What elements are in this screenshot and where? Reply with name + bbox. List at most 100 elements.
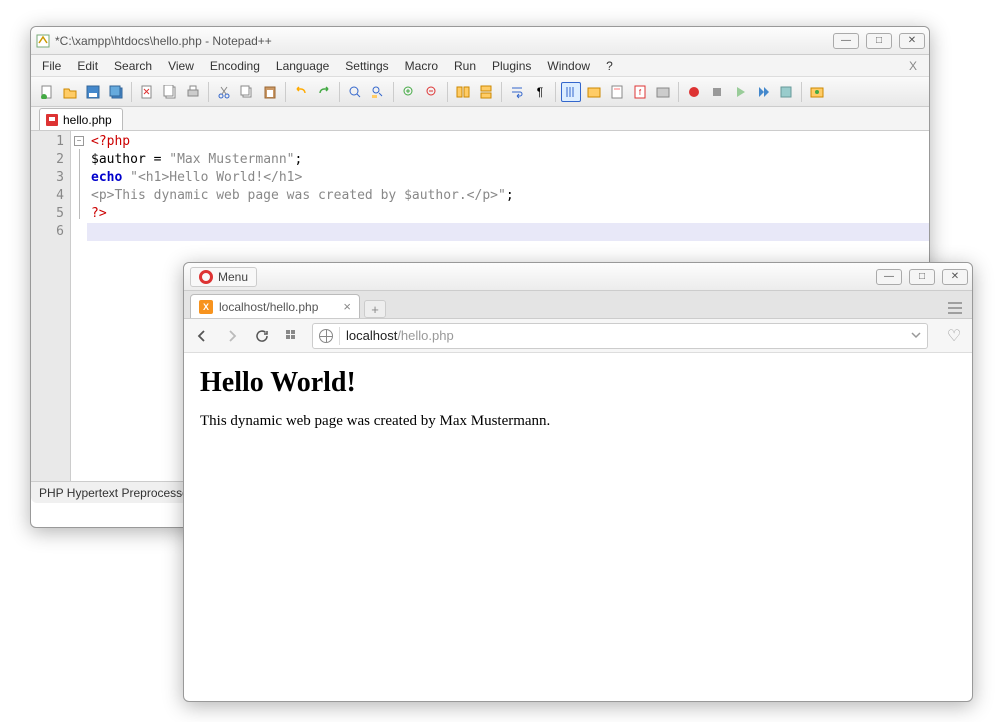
maximize-button[interactable]: □ [866,33,892,49]
dropdown-icon[interactable] [911,328,921,343]
menu-plugins[interactable]: Plugins [485,57,538,75]
globe-icon [319,329,333,343]
folder-tree-icon[interactable] [653,82,673,102]
new-tab-button[interactable]: + [364,300,386,318]
toolbar-separator [393,82,394,102]
show-chars-icon[interactable]: ¶ [530,82,550,102]
unsaved-indicator-icon [46,114,58,126]
redo-icon[interactable] [314,82,334,102]
zoom-out-icon[interactable] [422,82,442,102]
opera-tab[interactable]: X localhost/hello.php × [190,294,360,318]
open-file-icon[interactable] [60,82,80,102]
npp-toolbar: ¶ f [31,77,929,107]
toolbar-separator [339,82,340,102]
close-file-icon[interactable] [137,82,157,102]
zoom-in-icon[interactable] [399,82,419,102]
toolbar-separator [208,82,209,102]
menu-encoding[interactable]: Encoding [203,57,267,75]
cut-icon[interactable] [214,82,234,102]
opera-titlebar[interactable]: Menu — □ ✕ [184,263,972,291]
print-icon[interactable] [183,82,203,102]
opera-logo-icon [199,270,213,284]
menu-help[interactable]: ? [599,57,620,75]
menu-file[interactable]: File [35,57,68,75]
menu-language[interactable]: Language [269,57,336,75]
xampp-favicon-icon: X [199,300,213,314]
toolbar-separator [555,82,556,102]
close-button[interactable]: ✕ [942,269,968,285]
page-paragraph: This dynamic web page was created by Max… [200,413,956,430]
save-icon[interactable] [83,82,103,102]
toolbar-separator [501,82,502,102]
folder-view-icon[interactable] [584,82,604,102]
close-all-icon[interactable] [160,82,180,102]
doc-map-icon[interactable] [607,82,627,102]
forward-button[interactable] [222,326,242,346]
opera-window-controls: — □ ✕ [876,269,968,285]
address-bar[interactable]: localhost/hello.php [312,323,928,349]
indent-guide-icon[interactable] [561,82,581,102]
close-button[interactable]: ✕ [899,33,925,49]
paste-icon[interactable] [260,82,280,102]
npp-titlebar[interactable]: *C:\xampp\htdocs\hello.php - Notepad++ —… [31,27,929,55]
stop-macro-icon[interactable] [707,82,727,102]
menu-edit[interactable]: Edit [70,57,105,75]
toolbar-separator [801,82,802,102]
url-text: localhost/hello.php [346,328,454,343]
tab-close-icon[interactable]: × [343,299,351,314]
func-list-icon[interactable]: f [630,82,650,102]
menu-macro[interactable]: Macro [398,57,445,75]
undo-icon[interactable] [291,82,311,102]
tab-menu-icon[interactable] [944,298,966,318]
speed-dial-icon[interactable] [282,326,302,346]
line-number-gutter: 1 2 3 4 5 6 [31,131,71,481]
menu-settings[interactable]: Settings [338,57,395,75]
toolbar-separator [447,82,448,102]
fold-column: − [71,131,87,481]
fold-toggle-icon[interactable]: − [74,136,84,146]
menu-window[interactable]: Window [540,57,597,75]
menu-search[interactable]: Search [107,57,159,75]
find-icon[interactable] [345,82,365,102]
npp-tab-bar: hello.php [31,107,929,131]
tab-title: localhost/hello.php [219,300,318,314]
record-macro-icon[interactable] [684,82,704,102]
play-multi-icon[interactable] [753,82,773,102]
minimize-button[interactable]: — [833,33,859,49]
minimize-button[interactable]: — [876,269,902,285]
new-file-icon[interactable] [37,82,57,102]
npp-window-controls: — □ ✕ [833,33,925,49]
npp-app-icon [35,33,51,49]
menu-run[interactable]: Run [447,57,483,75]
page-heading: Hello World! [200,367,956,399]
tab-label: hello.php [63,113,112,127]
copy-icon[interactable] [237,82,257,102]
save-all-icon[interactable] [106,82,126,102]
npp-file-tab[interactable]: hello.php [39,108,123,130]
maximize-button[interactable]: □ [909,269,935,285]
toolbar-separator [678,82,679,102]
wordwrap-icon[interactable] [507,82,527,102]
opera-menu-label: Menu [218,270,248,284]
browser-viewport: Hello World! This dynamic web page was c… [184,353,972,444]
monitor-icon[interactable] [807,82,827,102]
menu-close-doc[interactable]: X [901,57,925,75]
opera-window: Menu — □ ✕ X localhost/hello.php × + [183,262,973,702]
play-macro-icon[interactable] [730,82,750,102]
opera-tab-bar: X localhost/hello.php × + [184,291,972,319]
menu-view[interactable]: View [161,57,201,75]
opera-toolbar: localhost/hello.php ♡ [184,319,972,353]
sync-v-icon[interactable] [453,82,473,102]
npp-window-title: *C:\xampp\htdocs\hello.php - Notepad++ [55,34,833,48]
toolbar-separator [285,82,286,102]
status-language: PHP Hypertext Preprocesso [39,486,189,500]
back-button[interactable] [192,326,212,346]
bookmark-heart-icon[interactable]: ♡ [944,326,964,346]
save-macro-icon[interactable] [776,82,796,102]
npp-menubar: File Edit Search View Encoding Language … [31,55,929,77]
opera-menu-button[interactable]: Menu [190,267,257,287]
toolbar-separator [131,82,132,102]
replace-icon[interactable] [368,82,388,102]
reload-button[interactable] [252,326,272,346]
sync-h-icon[interactable] [476,82,496,102]
